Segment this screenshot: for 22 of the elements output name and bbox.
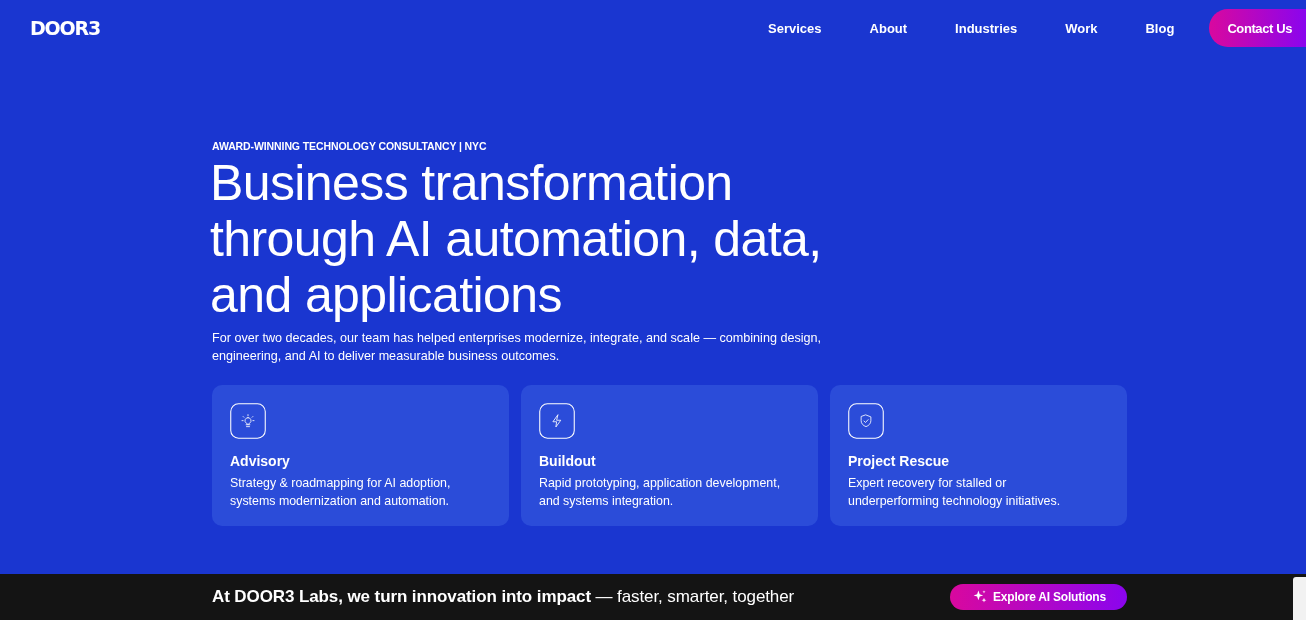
edge-strip xyxy=(1293,577,1306,620)
eyebrow-text: AWARD-WINNING TECHNOLOGY CONSULTANCY | NYC xyxy=(212,139,488,153)
hero-heading: Business transformation through AI automation, data, and applications xyxy=(210,155,823,323)
lightning-icon xyxy=(539,403,575,439)
banner-text: At DOOR3 Labs, we turn innovation into impact — faster, smarter, together xyxy=(212,587,795,607)
explore-button[interactable]: Explore AI Solutions xyxy=(950,584,1127,610)
nav-link[interactable]: Industries xyxy=(955,20,1018,36)
nav-link[interactable]: About xyxy=(869,20,908,36)
card-description: Expert recovery for stalled or underperforming technology initiatives. xyxy=(848,475,1062,510)
nav-link[interactable]: Services xyxy=(768,20,822,36)
card-title: Advisory xyxy=(230,452,291,470)
shield-check-icon xyxy=(848,403,884,439)
logo[interactable]: DOOR3 xyxy=(30,18,100,38)
lightbulb-icon xyxy=(230,403,266,439)
hero-description: For over two decades, our team has helped enterprises modernize, integrate, and scale — combining design, engineering, and AI to deliver measurable business outcomes. xyxy=(212,330,822,365)
contact-button[interactable]: Contact Us xyxy=(1209,9,1306,47)
card-title: Project Rescue xyxy=(848,452,951,470)
nav-link[interactable]: Blog xyxy=(1145,20,1175,36)
card-description: Strategy & roadmapping for AI adoption, systems modernization and automation. xyxy=(230,475,452,510)
nav-link[interactable]: Work xyxy=(1065,20,1098,36)
card-description: Rapid prototyping, application development, and systems integration. xyxy=(539,475,782,510)
card-title: Buildout xyxy=(539,452,597,470)
